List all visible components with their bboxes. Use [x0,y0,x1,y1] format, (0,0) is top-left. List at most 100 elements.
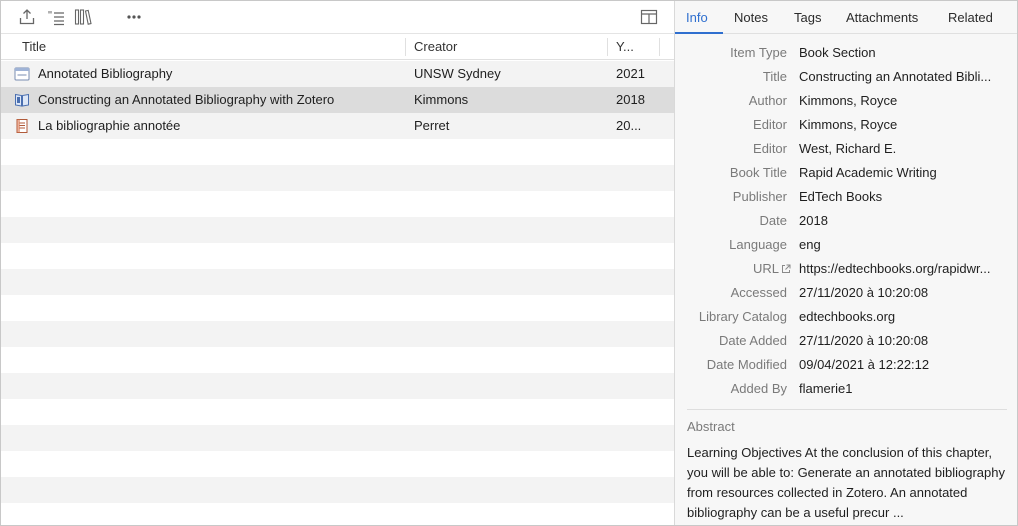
field-book-title[interactable]: Book Title Rapid Academic Writing [675,161,1017,185]
field-library-catalog[interactable]: Library Catalog edtechbooks.org [675,305,1017,329]
field-language[interactable]: Language eng [675,233,1017,257]
item-pane: Info Notes Tags Attachments Related Item… [675,1,1017,525]
item-title: Annotated Bibliography [38,66,173,81]
empty-row [1,269,674,295]
field-editor[interactable]: Editor West, Richard E. [675,137,1017,161]
table-row[interactable]: La bibliographie annotée Perret 20... [1,113,674,139]
item-year: 2018 [616,92,645,107]
table-row[interactable]: Constructing an Annotated Bibliography w… [1,87,674,113]
items-list: Annotated Bibliography UNSW Sydney 2021 … [1,61,674,525]
field-value: 09/04/2021 à 12:22:12 [799,357,930,372]
field-label: Added By [730,381,787,396]
field-value[interactable]: eng [799,233,1007,257]
field-value[interactable]: West, Richard E. [799,137,1007,161]
field-label: Author [748,93,787,108]
field-label: Date Modified [706,357,787,372]
field-label: Date Added [719,333,787,348]
items-toolbar [1,1,674,34]
empty-row [1,373,674,399]
tab-related[interactable]: Related [948,1,993,34]
column-title[interactable]: Title [14,34,404,60]
column-creator[interactable]: Creator [406,34,606,60]
field-value[interactable]: Rapid Academic Writing [799,161,1007,185]
section-divider [687,409,1007,410]
export-icon[interactable] [17,7,37,27]
external-link-icon[interactable] [781,264,791,274]
field-value: flamerie1 [799,381,853,396]
field-date-modified: Date Modified 09/04/2021 à 12:22:12 [675,353,1017,377]
field-label: Language [729,237,787,252]
field-date-added: Date Added 27/11/2020 à 10:20:08 [675,329,1017,353]
field-value: 27/11/2020 à 10:20:08 [799,333,929,348]
field-label: Library Catalog [698,309,787,324]
field-title[interactable]: Title Constructing an Annotated Bibli... [675,65,1017,89]
field-value[interactable]: 27/11/2020 à 10:20:08 [799,281,1007,305]
field-value[interactable]: 2018 [799,209,1007,233]
field-label: Date [759,213,787,228]
sort-list-icon[interactable] [45,7,67,27]
field-label: Editor [753,141,787,156]
field-label: Publisher [732,189,787,204]
empty-row [1,295,674,321]
field-label: Book Title [729,165,787,180]
field-editor[interactable]: Editor Kimmons, Royce [675,113,1017,137]
field-value[interactable]: edtechbooks.org [799,305,1007,329]
item-year: 2021 [616,66,645,81]
field-value[interactable]: Book Section [799,41,1007,65]
abstract-text[interactable]: Learning Objectives At the conclusion of… [687,443,1005,523]
webpage-icon [14,67,30,81]
field-label: Accessed [730,285,787,300]
empty-row [1,347,674,373]
item-title: Constructing an Annotated Bibliography w… [38,92,335,107]
item-title: La bibliographie annotée [38,118,181,133]
field-author[interactable]: Author Kimmons, Royce [675,89,1017,113]
tab-notes[interactable]: Notes [734,1,768,34]
tab-info[interactable]: Info [686,1,708,34]
item-creator: Kimmons [414,92,469,107]
empty-row [1,477,674,503]
layout-icon[interactable] [638,7,660,27]
column-separator[interactable] [659,38,660,56]
field-value[interactable]: EdTech Books [799,185,1007,209]
field-label: Title [762,69,787,84]
item-year: 20... [616,118,642,133]
field-value[interactable]: Kimmons, Royce [799,113,1007,137]
empty-row [1,399,674,425]
tab-tags[interactable]: Tags [794,1,821,34]
field-added-by: Added By flamerie1 [675,377,1017,401]
empty-row [1,165,674,191]
field-value[interactable]: Kimmons, Royce [799,89,1007,113]
item-pane-tabs: Info Notes Tags Attachments Related [675,1,1017,34]
zotero-window: Title Creator Y... Annotated Bibliograph… [0,0,1018,526]
field-label: Editor [753,117,787,132]
field-publisher[interactable]: Publisher EdTech Books [675,185,1017,209]
more-icon[interactable] [123,7,145,27]
library-icon[interactable] [72,7,94,27]
field-value[interactable]: https://edtechbooks.org/rapidwr... [799,257,1007,281]
empty-row [1,425,674,451]
field-url[interactable]: URL https://edtechbooks.org/rapidwr... [675,257,1017,281]
empty-row [1,503,674,525]
column-header: Title Creator Y... [1,34,674,60]
empty-row [1,217,674,243]
field-date[interactable]: Date 2018 [675,209,1017,233]
abstract-heading[interactable]: Abstract [687,419,735,434]
empty-row [1,191,674,217]
items-pane: Title Creator Y... Annotated Bibliograph… [1,1,674,525]
empty-row [1,321,674,347]
column-year[interactable]: Y... [608,34,658,60]
field-accessed[interactable]: Accessed 27/11/2020 à 10:20:08 [675,281,1017,305]
empty-row [1,243,674,269]
field-value[interactable]: Constructing an Annotated Bibli... [799,65,1007,89]
field-label: Item Type [730,45,787,60]
empty-row [1,139,674,165]
book-section-icon [15,93,29,107]
table-row[interactable]: Annotated Bibliography UNSW Sydney 2021 [1,61,674,87]
empty-row [1,451,674,477]
tab-attachments[interactable]: Attachments [846,1,918,34]
field-label-url[interactable]: URL [753,257,791,281]
active-tab-indicator [675,32,723,34]
item-creator: Perret [414,118,450,133]
field-label: URL [752,261,779,276]
field-item-type[interactable]: Item Type Book Section [675,41,1017,65]
